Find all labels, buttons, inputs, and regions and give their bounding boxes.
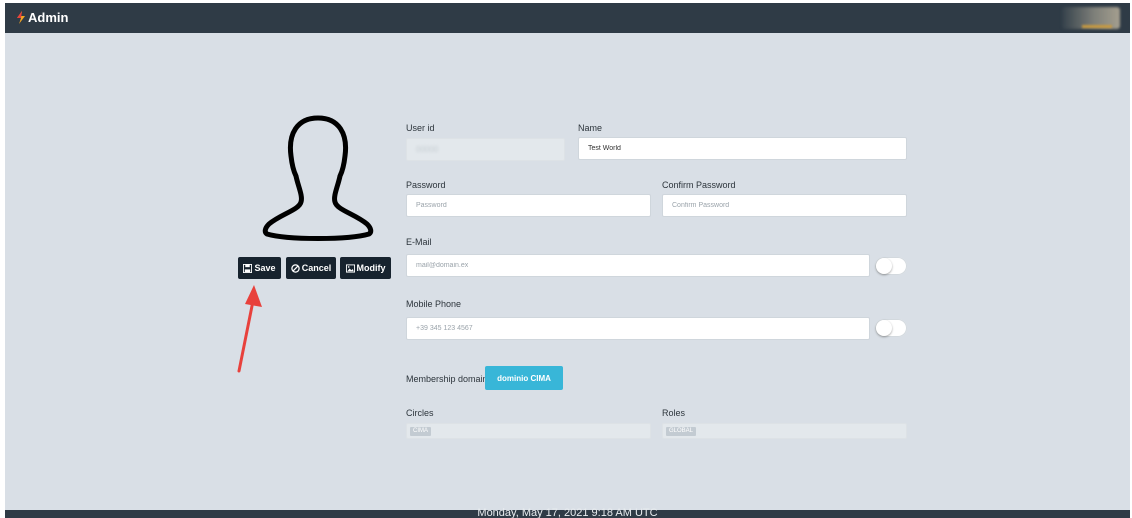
cancel-button-label: Cancel: [301, 263, 332, 273]
circles-label: Circles: [406, 408, 434, 418]
password-label: Password: [406, 180, 446, 190]
circles-tag: CIMA: [410, 427, 431, 436]
membership-domain-button[interactable]: dominio CIMA: [485, 366, 563, 390]
name-input[interactable]: [578, 137, 907, 160]
save-button[interactable]: Save: [238, 257, 281, 279]
admin-logo-icon: [17, 11, 25, 24]
top-navbar: Admin: [5, 3, 1130, 33]
user-id-label: User id: [406, 123, 435, 133]
email-toggle-knob: [876, 258, 892, 274]
roles-label: Roles: [662, 408, 686, 418]
app-window: Admin Save Cancel Modify User id 00000 N…: [5, 3, 1130, 518]
user-id-field: 00000: [406, 138, 565, 161]
app-title: Admin: [28, 10, 69, 25]
confirm-password-input[interactable]: [662, 194, 907, 217]
brand[interactable]: Admin: [16, 10, 68, 25]
email-toggle[interactable]: [875, 257, 907, 275]
user-menu-accent: [1082, 25, 1112, 28]
red-arrow-icon: [237, 285, 262, 373]
mobile-phone-label: Mobile Phone: [406, 299, 462, 309]
password-input[interactable]: [406, 194, 651, 217]
user-silhouette-icon: [262, 115, 374, 241]
mobile-phone-input[interactable]: [406, 317, 870, 340]
roles-field[interactable]: GLOBAL: [662, 423, 907, 439]
footer-bar: Monday, May 17, 2021 9:18 AM UTC: [5, 507, 1130, 518]
footer-datetime: Monday, May 17, 2021 9:18 AM UTC: [477, 507, 658, 518]
email-label: E-Mail: [406, 237, 432, 247]
roles-tag: GLOBAL: [666, 427, 697, 436]
modify-button[interactable]: Modify: [340, 257, 391, 279]
phone-toggle-knob: [876, 320, 892, 336]
phone-toggle[interactable]: [875, 319, 907, 337]
circles-field[interactable]: CIMA: [406, 423, 651, 439]
email-input[interactable]: [406, 254, 870, 277]
modify-button-label: Modify: [356, 263, 386, 273]
save-button-label: Save: [254, 263, 276, 273]
user-id-value: 00000: [416, 145, 439, 154]
floppy-disk-icon: [243, 263, 253, 273]
membership-domain-label: Membership domain: [406, 374, 488, 384]
confirm-password-label: Confirm Password: [662, 180, 736, 190]
image-icon: [345, 263, 355, 273]
ban-icon: [291, 263, 300, 273]
cancel-button[interactable]: Cancel: [286, 257, 336, 279]
name-label: Name: [578, 123, 603, 133]
